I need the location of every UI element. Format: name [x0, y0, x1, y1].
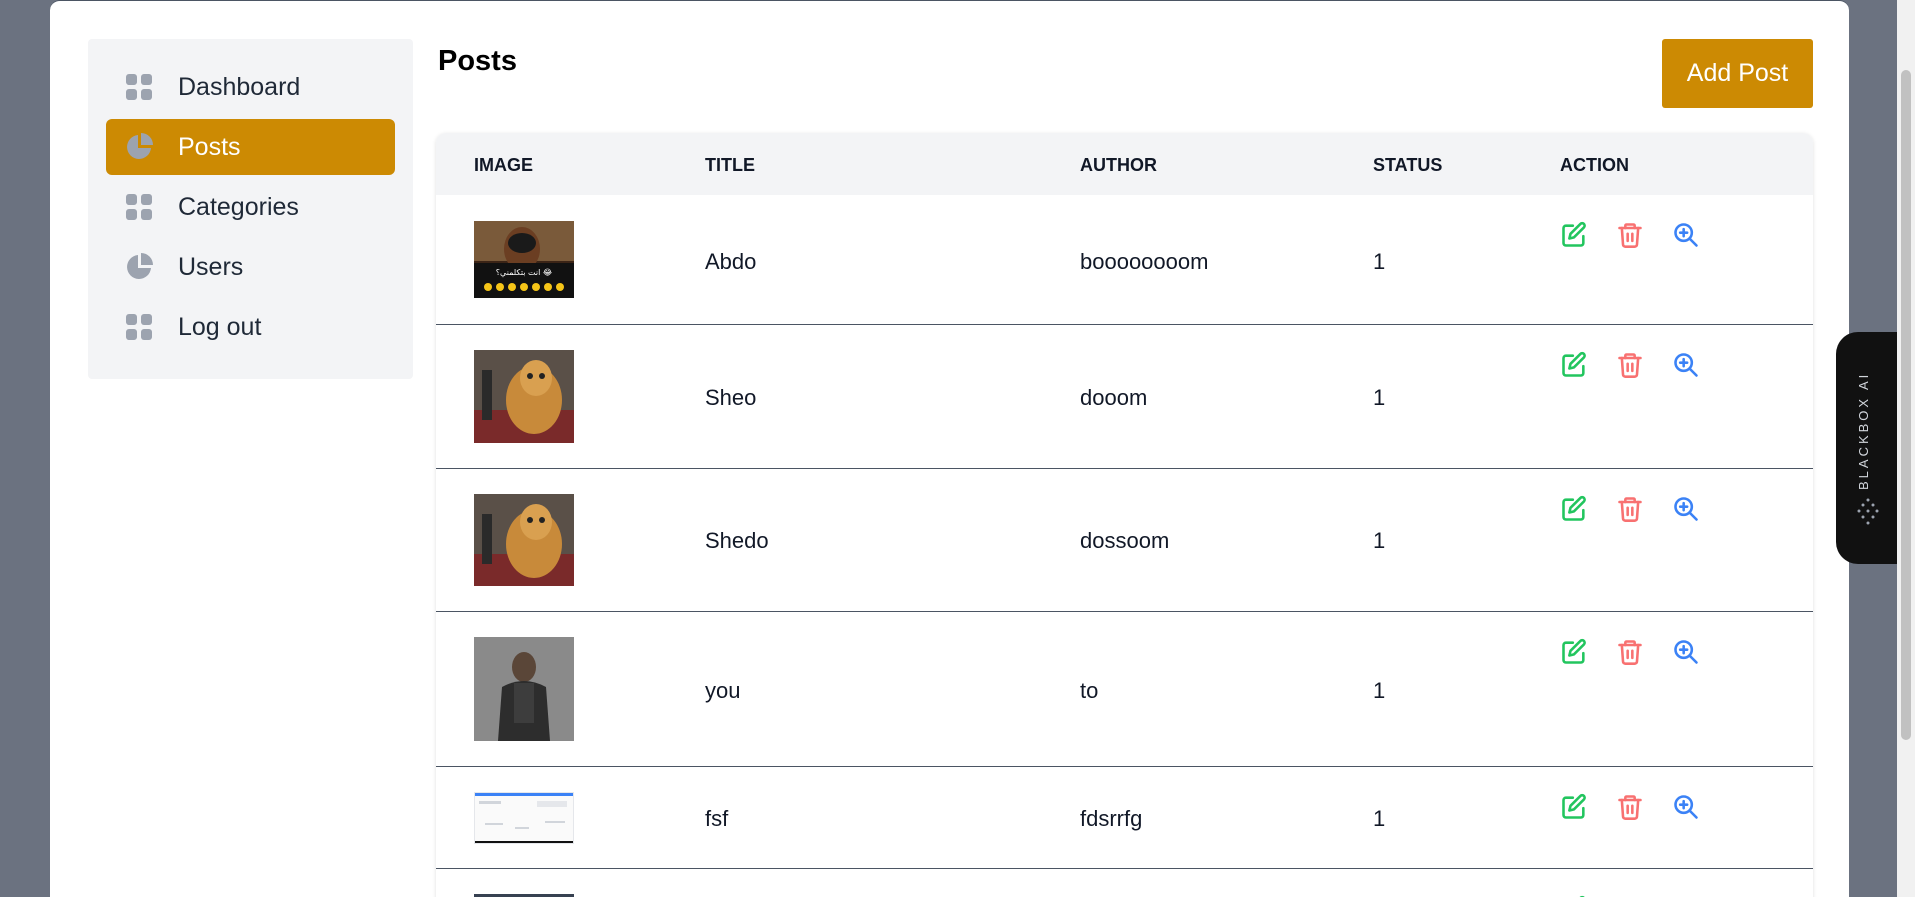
trash-icon[interactable] [1616, 793, 1644, 821]
post-thumbnail [474, 350, 574, 443]
trash-icon[interactable] [1616, 638, 1644, 666]
zoom-in-icon[interactable] [1672, 793, 1700, 821]
post-status: 1 [1373, 385, 1386, 410]
post-author: dooom [1080, 385, 1148, 410]
sidebar-item-label: Categories [178, 192, 299, 221]
post-author: to [1080, 678, 1099, 703]
row-actions [1560, 351, 1700, 379]
column-header-action: ACTION [1560, 155, 1629, 175]
post-title: Shedo [705, 528, 769, 553]
zoom-in-icon[interactable] [1672, 495, 1700, 523]
column-header-title: TITLE [705, 155, 755, 175]
sidebar-item-label: Dashboard [178, 72, 301, 101]
posts-table: IMAGE TITLE AUTHOR STATUS ACTION انت بتك… [436, 133, 1813, 897]
blackbox-logo-icon [1856, 497, 1880, 532]
edit-icon[interactable] [1560, 221, 1588, 249]
edit-icon[interactable] [1560, 495, 1588, 523]
sidebar: Dashboard Posts Categories Users Log out [88, 39, 413, 379]
post-status: 1 [1373, 678, 1386, 703]
content-card: Dashboard Posts Categories Users Log out [50, 0, 1849, 897]
pie-chart-icon [124, 252, 154, 282]
post-thumbnail [474, 637, 574, 741]
sidebar-item-logout[interactable]: Log out [106, 299, 395, 355]
blackbox-ai-label: BLACKBOX AI [1856, 371, 1871, 490]
table-row: Sheo dooom 1 [436, 325, 1813, 469]
post-status: 1 [1373, 528, 1386, 553]
zoom-in-icon[interactable] [1672, 351, 1700, 379]
zoom-in-icon[interactable] [1672, 638, 1700, 666]
row-actions [1560, 793, 1700, 821]
post-thumbnail: انت بتكلمني؟ 😂 [474, 221, 574, 298]
sidebar-item-categories[interactable]: Categories [106, 179, 395, 235]
page-title: Posts [438, 45, 517, 77]
post-thumbnail [474, 792, 574, 844]
sidebar-item-label: Log out [178, 312, 262, 341]
post-title: you [705, 678, 741, 703]
table-row: you to 1 [436, 612, 1813, 767]
row-actions [1560, 221, 1700, 249]
post-status: 1 [1373, 806, 1386, 831]
row-actions [1560, 495, 1700, 523]
add-post-button[interactable]: Add Post [1662, 39, 1813, 108]
grid-icon [124, 192, 154, 222]
sidebar-item-label: Users [178, 252, 244, 281]
table-row: fsf fdsrrfg 1 [436, 767, 1813, 869]
post-author: fdsrrfg [1080, 806, 1143, 831]
post-title: Sheo [705, 385, 757, 410]
post-title: fsf [705, 806, 729, 831]
column-header-author: AUTHOR [1080, 155, 1157, 175]
edit-icon[interactable] [1560, 351, 1588, 379]
blackbox-ai-widget[interactable]: BLACKBOX AI [1836, 332, 1898, 564]
post-author: dossoom [1080, 528, 1170, 553]
trash-icon[interactable] [1616, 495, 1644, 523]
sidebar-item-users[interactable]: Users [106, 239, 395, 295]
grid-icon [124, 312, 154, 342]
table-row: Shedo dossoom 1 [436, 469, 1813, 612]
post-author: boooooooom [1080, 249, 1209, 274]
edit-icon[interactable] [1560, 638, 1588, 666]
column-header-status: STATUS [1373, 155, 1443, 175]
trash-icon[interactable] [1616, 221, 1644, 249]
sidebar-item-posts[interactable]: Posts [106, 119, 395, 175]
table-row: انت بتكلمني؟ 😂 Abdo boooooooom 1 [436, 195, 1813, 325]
page-scrollbar[interactable] [1897, 0, 1915, 897]
table-header: IMAGE TITLE AUTHOR STATUS ACTION [436, 133, 1813, 195]
zoom-in-icon[interactable] [1672, 221, 1700, 249]
post-status: 1 [1373, 249, 1386, 274]
sidebar-item-label: Posts [178, 132, 241, 161]
column-header-image: IMAGE [474, 155, 534, 175]
row-actions [1560, 638, 1700, 666]
trash-icon[interactable] [1616, 351, 1644, 379]
grid-icon [124, 72, 154, 102]
edit-icon[interactable] [1560, 793, 1588, 821]
pie-chart-icon [124, 132, 154, 162]
sidebar-item-dashboard[interactable]: Dashboard [106, 59, 395, 115]
post-title: Abdo [705, 249, 757, 274]
post-thumbnail [474, 494, 574, 586]
scrollbar-thumb[interactable] [1901, 70, 1911, 740]
svg-text:انت بتكلمني؟ 😂: انت بتكلمني؟ 😂 [496, 268, 552, 277]
table-row [436, 869, 1813, 897]
